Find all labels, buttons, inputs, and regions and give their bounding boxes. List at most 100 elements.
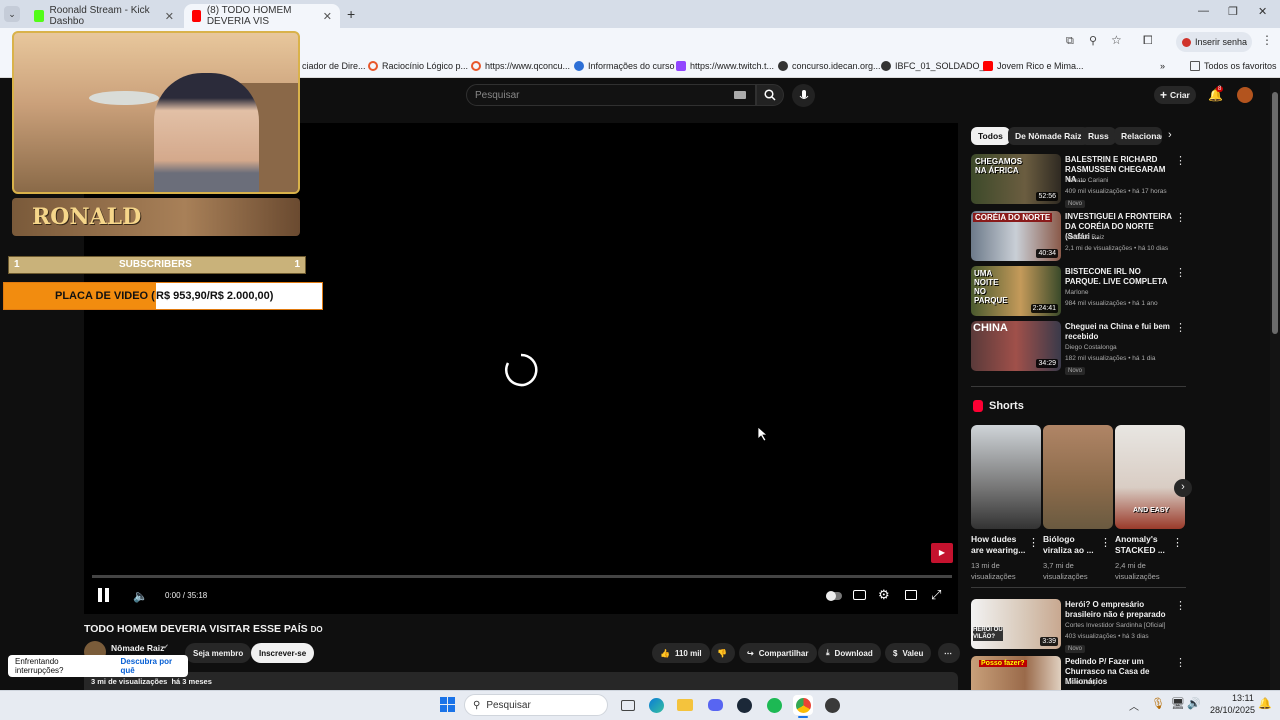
browser-menu-icon[interactable]: ⋮ [1261, 33, 1273, 47]
related-video[interactable]: CORÉIA DO NORTE 40:34 INVESTIGUEI A FRONT… [971, 211, 1186, 261]
bookmark-item[interactable]: IBFC_01_SOLDADO_... [881, 61, 992, 71]
insert-password-button[interactable]: Inserir senha [1176, 32, 1252, 52]
toast-link[interactable]: Descubra por quê [121, 657, 188, 675]
tray-expand-icon[interactable]: ︿ [1129, 698, 1139, 713]
more-vert-icon[interactable]: ⋮ [1175, 599, 1186, 612]
all-favorites-button[interactable]: Todos os favoritos [1190, 61, 1277, 71]
chip-related[interactable]: Relacionad [1114, 127, 1162, 145]
task-view-icon[interactable] [618, 695, 638, 715]
bookmark-item[interactable]: Raciocínio Lógico p... [368, 61, 468, 71]
divider [971, 386, 1186, 387]
related-video[interactable]: UMA NOITE NO PARQUE 2:24:41 BISTECONE IRL… [971, 266, 1186, 316]
more-vert-icon[interactable]: ⋮ [1100, 536, 1111, 549]
join-button[interactable]: Seja membro [185, 643, 252, 663]
channel-name[interactable]: Nômade Raiz [111, 643, 164, 653]
windows-start-icon[interactable] [438, 695, 458, 715]
obs-icon[interactable] [822, 695, 842, 715]
close-tab-icon[interactable]: ✕ [323, 10, 332, 23]
download-label: Download [834, 648, 873, 658]
install-app-icon[interactable]: ⧉ [1066, 35, 1074, 48]
file-explorer-icon[interactable] [675, 695, 695, 715]
share-button[interactable]: ↪ Compartilhar [739, 643, 817, 663]
theater-mode-icon[interactable] [905, 590, 917, 600]
voice-search-button[interactable] [792, 84, 815, 107]
chrome-icon[interactable] [793, 695, 813, 715]
new-tab-button[interactable]: + [347, 6, 355, 22]
clock-time[interactable]: 13:11 [1232, 693, 1254, 703]
settings-gear-icon[interactable]: ⚙ [878, 587, 890, 603]
microphone-tray-icon[interactable]: 🎙 [1151, 697, 1165, 710]
clock-date[interactable]: 28/10/2025 [1210, 705, 1255, 715]
more-vert-icon[interactable]: ⋮ [1175, 656, 1186, 669]
short-thumbnail[interactable]: AND EASY [1115, 425, 1185, 529]
chevron-right-icon[interactable]: › [1168, 129, 1172, 141]
more-actions-button[interactable]: ⋯ [938, 643, 960, 663]
short-thumbnail[interactable] [1043, 425, 1113, 529]
pause-icon [98, 588, 102, 602]
keyboard-icon[interactable] [734, 91, 746, 99]
fullscreen-icon[interactable]: ⤢ [931, 587, 941, 603]
download-button[interactable]: ⤓ Download [818, 643, 881, 663]
restore-icon[interactable]: ❐ [1228, 5, 1238, 18]
account-avatar[interactable] [1237, 87, 1253, 103]
more-vert-icon[interactable]: ⋮ [1175, 266, 1186, 279]
extensions-icon[interactable]: ⧠ [1143, 33, 1153, 48]
more-bookmarks-button[interactable]: » [1160, 61, 1165, 71]
progress-bar[interactable] [92, 575, 952, 578]
related-video[interactable]: HERÓI OU VILÃO? 3:39 Herói? O empresário … [971, 599, 1186, 653]
more-vert-icon[interactable]: ⋮ [1175, 211, 1186, 224]
related-video[interactable]: Posso fazer? Pedindo P/ Fazer um Churras… [971, 656, 1186, 690]
obs-glyph [824, 697, 840, 713]
short-title[interactable]: Anomaly's STACKED ... [1115, 534, 1175, 556]
zoom-icon[interactable]: ⚲ [1089, 34, 1097, 47]
volume-icon[interactable]: 🔈 [133, 589, 148, 603]
discord-icon[interactable] [705, 695, 725, 715]
more-vert-icon[interactable]: ⋮ [1172, 536, 1183, 549]
related-video[interactable]: CHEGAMOS NA ÁFRICA 52:56 BALESTRIN E RICH… [971, 154, 1186, 208]
steam-icon[interactable] [734, 695, 754, 715]
subscribe-button[interactable]: Inscrever-se [251, 643, 315, 663]
minimize-icon[interactable]: — [1198, 5, 1209, 17]
notification-center-icon[interactable]: 🔔 [1258, 697, 1272, 710]
like-button[interactable]: 👍 110 mil [652, 643, 710, 663]
bookmark-item[interactable]: concurso.idecan.org... [778, 61, 881, 71]
bookmark-item[interactable]: ciador de Dire... [302, 61, 366, 71]
globe-icon [881, 61, 891, 71]
bookmark-item[interactable]: Jovem Rico e Mima... [983, 61, 1084, 71]
short-thumbnail[interactable] [971, 425, 1041, 529]
network-icon[interactable]: 🖥 [1171, 697, 1185, 710]
tab-youtube-video[interactable]: (8) TODO HOMEM DEVERIA VIS ✕ [184, 4, 340, 28]
edge-icon[interactable] [646, 695, 666, 715]
speaker-icon[interactable]: 🔊 [1187, 697, 1201, 710]
short-title[interactable]: Biólogo viraliza ao ... [1043, 534, 1103, 556]
autoplay-toggle[interactable] [826, 591, 842, 601]
tab-list-button[interactable]: ⌄ [4, 6, 20, 22]
short-title[interactable]: How dudes are wearing... [971, 534, 1031, 556]
chip-channel[interactable]: De Nômade Raiz [1008, 127, 1089, 145]
scrollbar-thumb[interactable] [1272, 92, 1278, 334]
pause-button[interactable] [98, 588, 112, 604]
search-input[interactable]: Pesquisar [466, 84, 756, 106]
search-button[interactable] [756, 84, 784, 106]
shorts-next-button[interactable]: › [1174, 479, 1192, 497]
chip-russ[interactable]: Russ [1081, 127, 1116, 145]
dislike-button[interactable]: 👎 [711, 643, 735, 663]
bookmark-item[interactable]: Informações do curso [574, 61, 675, 71]
close-window-icon[interactable]: ✕ [1258, 5, 1267, 18]
more-vert-icon[interactable]: ⋮ [1175, 154, 1186, 167]
spotify-icon[interactable] [764, 695, 784, 715]
related-video[interactable]: CHINA 34:29 Cheguei na China e fui bem re… [971, 321, 1186, 375]
thanks-button[interactable]: $ Valeu [885, 643, 932, 663]
taskbar-search[interactable]: ⚲ Pesquisar [464, 694, 608, 716]
more-vert-icon[interactable]: ⋮ [1175, 321, 1186, 334]
close-tab-icon[interactable]: ✕ [165, 10, 174, 23]
bookmark-item[interactable]: https://www.twitch.t... [676, 61, 774, 71]
chip-all[interactable]: Todos [971, 127, 1010, 145]
more-vert-icon[interactable]: ⋮ [1028, 536, 1039, 549]
tab-kick-dashboard[interactable]: Roonald Stream - Kick Dashbo ✕ [26, 4, 182, 28]
bookmark-star-icon[interactable]: ☆ [1111, 33, 1122, 47]
bookmark-item[interactable]: https://www.qconcu... [471, 61, 570, 71]
description-box[interactable] [84, 672, 958, 690]
create-button[interactable]: + Criar [1154, 86, 1196, 104]
subtitles-icon[interactable] [853, 590, 866, 600]
